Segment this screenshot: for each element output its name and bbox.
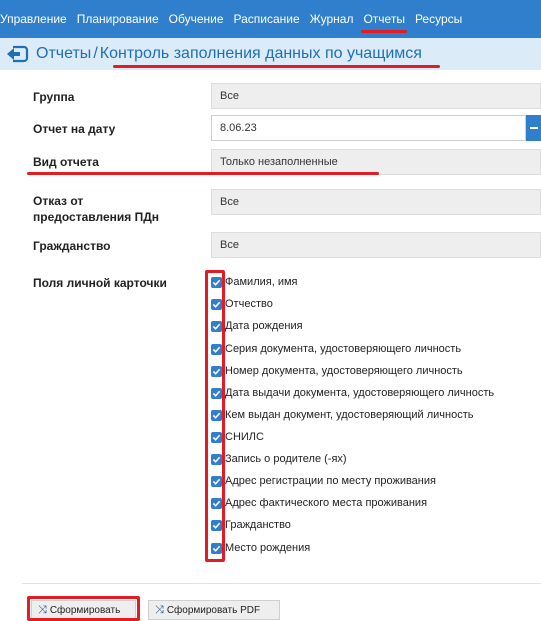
group-label: Группа — [33, 90, 75, 104]
pdn-refusal-select[interactable]: Все — [211, 189, 541, 215]
card-field-document-series[interactable]: Серия документа, удостоверяющего личност… — [211, 340, 461, 358]
card-field-label: Серия документа, удостоверяющего личност… — [225, 343, 462, 355]
generate-pdf-button-label: Сформировать PDF — [166, 604, 261, 616]
card-field-document-number[interactable]: Номер документа, удостоверяющего личност… — [211, 362, 463, 380]
breadcrumb-parent[interactable]: Отчеты — [36, 45, 91, 62]
citizenship-select[interactable]: Все — [211, 232, 541, 258]
card-field-label: Запись о родителе (-ях) — [225, 453, 347, 465]
card-field-label: СНИЛС — [225, 431, 264, 443]
nav-item-education[interactable]: Обучение — [169, 12, 224, 26]
pdn-refusal-label: Отказ от предоставления ПДн — [33, 194, 160, 224]
card-field-label: Дата выдачи документа, удостоверяющего л… — [225, 387, 495, 399]
generate-button-highlight-box — [27, 596, 140, 621]
card-field-registration-address[interactable]: Адрес регистрации по месту проживания — [211, 472, 436, 490]
nav-item-resources[interactable]: Ресурсы — [415, 12, 462, 26]
card-field-label: Номер документа, удостоверяющего личност… — [225, 365, 463, 377]
card-field-parent-record[interactable]: Запись о родителе (-ях) — [211, 450, 347, 468]
card-field-document-issue-date[interactable]: Дата выдачи документа, удостоверяющего л… — [211, 384, 494, 402]
citizenship-label: Гражданство — [33, 239, 111, 253]
breadcrumb-separator: / — [93, 45, 98, 62]
card-field-label: Адрес регистрации по месту проживания — [225, 475, 436, 487]
breadcrumb-highlight-underline — [113, 65, 440, 68]
card-field-label: Гражданство — [225, 519, 291, 531]
nav-item-reports[interactable]: Отчеты — [361, 12, 408, 33]
nav-item-schedule[interactable]: Расписание — [234, 12, 300, 26]
breadcrumb-current: Контроль заполнения данных по учащимся — [99, 45, 422, 62]
breadcrumb: Отчеты / Контроль заполнения данных по уча… — [36, 45, 422, 63]
back-arrow-icon[interactable] — [4, 43, 30, 65]
calendar-button[interactable] — [526, 115, 541, 141]
card-field-actual-address[interactable]: Адрес фактического места проживания — [211, 494, 427, 512]
card-field-label: Фамилия, имя — [225, 276, 298, 288]
report-date-label: Отчет на дату — [33, 122, 116, 136]
generate-pdf-button[interactable]: ⤨ Сформировать PDF — [148, 600, 280, 620]
report-type-highlight-underline — [27, 172, 379, 175]
card-field-label: Дата рождения — [225, 320, 303, 332]
group-select[interactable]: Все — [211, 83, 541, 109]
report-date-input[interactable]: 8.06.23 — [211, 115, 526, 141]
card-field-label: Адрес фактического места проживания — [225, 497, 428, 509]
report-type-label: Вид отчета — [33, 155, 99, 169]
checkbox-column-highlight-box — [205, 270, 225, 562]
shuffle-icon: ⤨ — [155, 603, 164, 616]
top-navigation: Управление Планирование Обучение Расписа… — [0, 0, 541, 38]
nav-item-planning[interactable]: Планирование — [77, 12, 159, 26]
card-fields-label: Поля личной карточки — [33, 276, 167, 290]
card-field-document-issuer[interactable]: Кем выдан документ, удостоверяющий лично… — [211, 406, 474, 424]
card-field-label: Место рождения — [225, 542, 311, 554]
card-field-birth-place[interactable]: Место рождения — [211, 539, 310, 557]
card-field-label: Кем выдан документ, удостоверяющий лично… — [225, 409, 474, 421]
nav-item-management[interactable]: Управление — [0, 12, 67, 26]
nav-item-journal[interactable]: Журнал — [310, 12, 354, 26]
card-field-label: Отчество — [225, 298, 273, 310]
form-divider — [22, 583, 541, 584]
